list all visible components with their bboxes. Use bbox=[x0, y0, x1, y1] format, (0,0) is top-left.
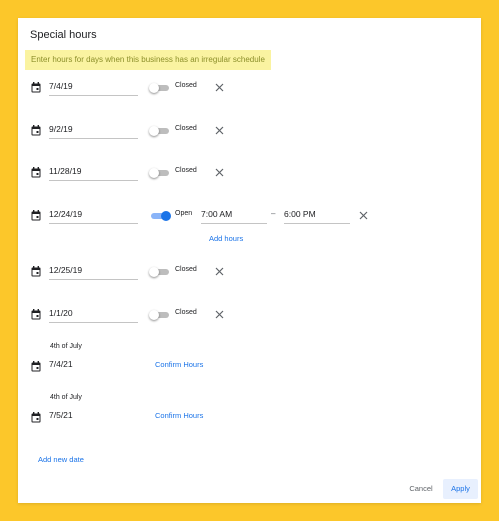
open-closed-toggle[interactable] bbox=[149, 83, 171, 93]
date-field[interactable]: 7/4/19 bbox=[49, 78, 138, 96]
date-field[interactable]: 1/1/20 bbox=[49, 305, 138, 323]
open-closed-toggle[interactable] bbox=[149, 310, 171, 320]
calendar-icon[interactable] bbox=[31, 167, 41, 178]
holiday-name: 4th of July bbox=[50, 394, 82, 401]
status-label: Closed bbox=[175, 82, 197, 89]
calendar-icon[interactable] bbox=[31, 266, 41, 277]
cancel-button[interactable]: Cancel bbox=[402, 479, 440, 499]
status-label: Closed bbox=[175, 309, 197, 316]
special-hours-row: 11/28/19 Closed bbox=[18, 163, 481, 183]
special-hours-row: 1/1/20 Closed bbox=[18, 305, 481, 325]
date-field[interactable]: 12/24/19 bbox=[49, 206, 138, 224]
confirm-hours-link[interactable]: Confirm Hours bbox=[155, 411, 203, 420]
close-icon[interactable] bbox=[215, 310, 224, 319]
calendar-icon bbox=[31, 361, 41, 372]
close-icon[interactable] bbox=[215, 83, 224, 92]
date-field[interactable]: 11/28/19 bbox=[49, 163, 138, 181]
add-hours-link[interactable]: Add hours bbox=[209, 234, 243, 243]
status-label: Open bbox=[175, 210, 193, 217]
special-hours-row: 12/24/19 Open 7:00 AM – 6:00 PM bbox=[18, 206, 481, 226]
toggle-knob bbox=[149, 267, 159, 277]
special-hours-row: 12/25/19 Closed bbox=[18, 262, 481, 282]
open-closed-toggle[interactable] bbox=[149, 168, 171, 178]
close-icon[interactable] bbox=[215, 267, 224, 276]
toggle-knob bbox=[149, 310, 159, 320]
date-field[interactable]: 9/2/19 bbox=[49, 121, 138, 139]
suggested-date-row: 7/4/21 Confirm Hours bbox=[18, 357, 481, 377]
date-field[interactable]: 12/25/19 bbox=[49, 262, 138, 280]
dialog-title: Special hours bbox=[30, 29, 97, 41]
add-new-date-link[interactable]: Add new date bbox=[38, 455, 84, 464]
calendar-icon[interactable] bbox=[31, 125, 41, 136]
status-label: Closed bbox=[175, 266, 197, 273]
close-icon[interactable] bbox=[215, 168, 224, 177]
toggle-knob bbox=[149, 83, 159, 93]
open-closed-toggle[interactable] bbox=[149, 211, 171, 221]
status-label: Closed bbox=[175, 167, 197, 174]
special-hours-dialog: Special hours Enter hours for days when … bbox=[18, 18, 481, 503]
close-icon[interactable] bbox=[215, 126, 224, 135]
holiday-name: 4th of July bbox=[50, 343, 82, 350]
open-closed-toggle[interactable] bbox=[149, 126, 171, 136]
open-time-field[interactable]: 7:00 AM bbox=[201, 206, 267, 224]
status-label: Closed bbox=[175, 125, 197, 132]
suggested-date: 7/5/21 bbox=[49, 410, 73, 420]
close-icon[interactable] bbox=[359, 211, 368, 220]
toggle-knob bbox=[149, 126, 159, 136]
hint-banner: Enter hours for days when this business … bbox=[25, 50, 271, 70]
calendar-icon[interactable] bbox=[31, 210, 41, 221]
calendar-icon[interactable] bbox=[31, 309, 41, 320]
confirm-hours-link[interactable]: Confirm Hours bbox=[155, 360, 203, 369]
special-hours-row: 7/4/19 Closed bbox=[18, 78, 481, 98]
special-hours-row: 9/2/19 Closed bbox=[18, 121, 481, 141]
apply-button[interactable]: Apply bbox=[443, 479, 478, 499]
calendar-icon[interactable] bbox=[31, 82, 41, 93]
close-time-field[interactable]: 6:00 PM bbox=[284, 206, 350, 224]
toggle-knob bbox=[161, 211, 171, 221]
toggle-knob bbox=[149, 168, 159, 178]
suggested-date-row: 7/5/21 Confirm Hours bbox=[18, 408, 481, 428]
calendar-icon bbox=[31, 412, 41, 423]
suggested-date: 7/4/21 bbox=[49, 359, 73, 369]
time-separator: – bbox=[271, 209, 276, 218]
open-closed-toggle[interactable] bbox=[149, 267, 171, 277]
